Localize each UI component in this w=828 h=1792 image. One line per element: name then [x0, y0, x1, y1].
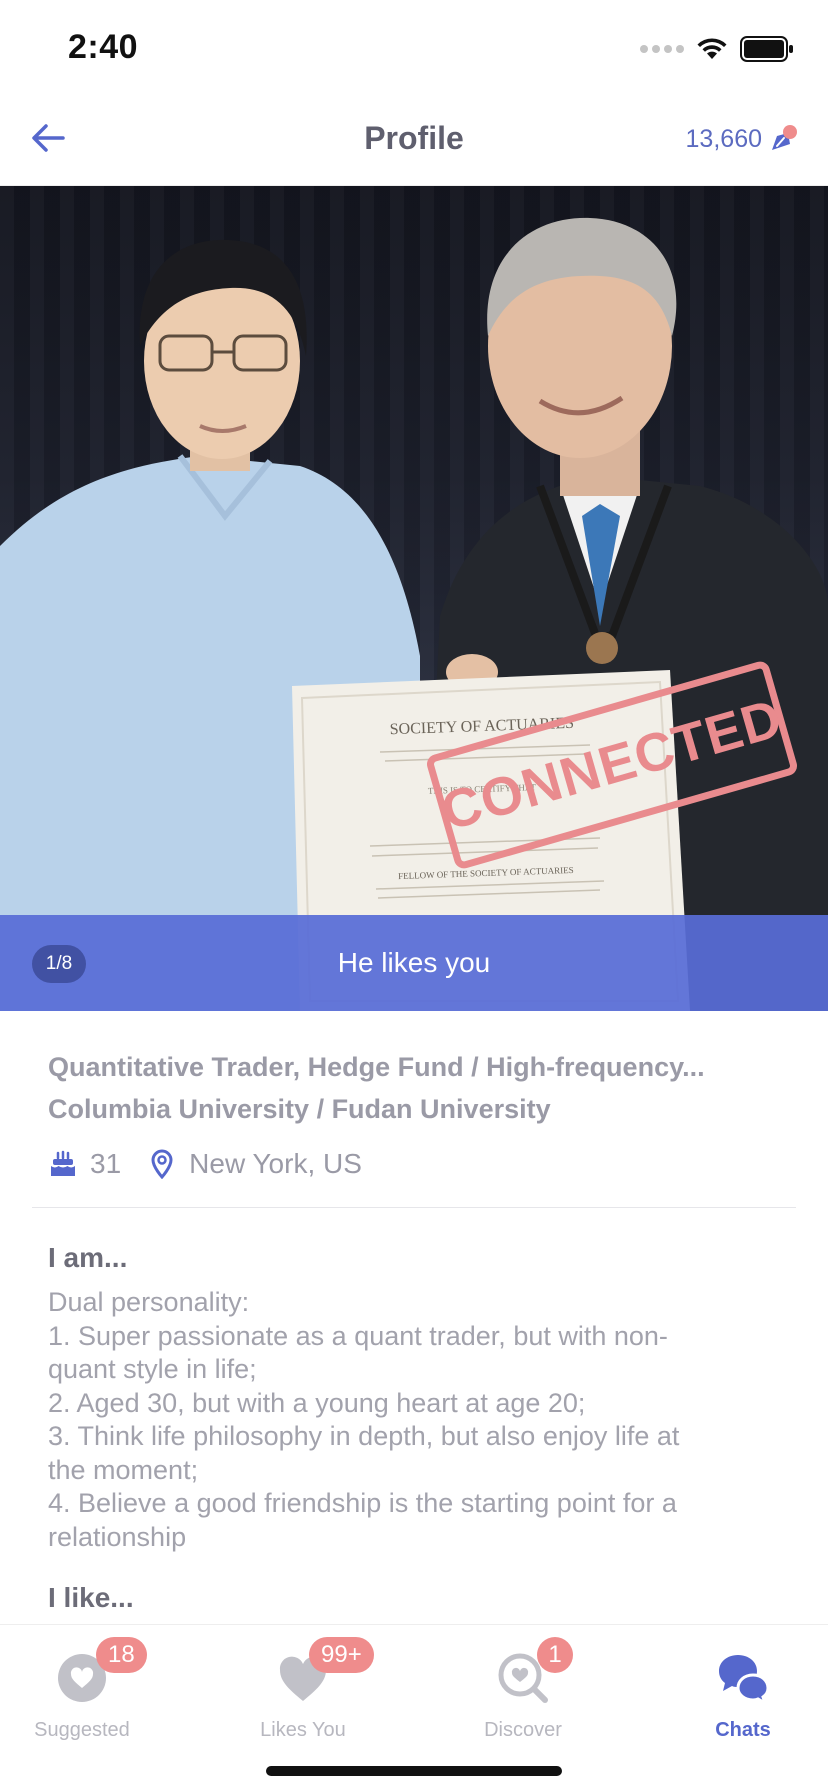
- status-bar: 2:40: [0, 0, 828, 100]
- photo-illustration: SOCIETY OF ACTUARIES THIS IS TO CERTIFY …: [0, 217, 828, 1011]
- about-line: the moment;: [48, 1454, 199, 1485]
- profile-details: Quantitative Trader, Hedge Fund / High-f…: [48, 1046, 788, 1184]
- cellular-signal-icon: [640, 45, 684, 53]
- wifi-icon: [697, 38, 727, 59]
- section-divider: [32, 1207, 796, 1208]
- tab-label: Suggested: [34, 1719, 130, 1741]
- about-text: Dual personality: 1. Super passionate as…: [48, 1286, 788, 1554]
- profile-photo[interactable]: SOCIETY OF ACTUARIES THIS IS TO CERTIFY …: [0, 186, 828, 1011]
- tab-label: Chats: [715, 1719, 771, 1741]
- like-banner: 1/8 He likes you: [0, 915, 828, 1011]
- tab-likes-you[interactable]: 99+ Likes You: [213, 1637, 393, 1747]
- banner-text: He likes you: [337, 947, 491, 978]
- discover-badge: 1: [537, 1637, 573, 1673]
- battery-icon: [740, 36, 793, 62]
- status-time: 2:40: [68, 28, 139, 66]
- coin-icon: [772, 125, 797, 150]
- location-pin-icon: [147, 1149, 177, 1179]
- about-line: 3. Think life philosophy in depth, but a…: [48, 1421, 680, 1451]
- status-icons: [640, 36, 794, 62]
- likes-heading: I like...: [48, 1582, 134, 1613]
- about-line: Dual personality:: [48, 1287, 250, 1317]
- about-line: 1. Super passionate as a quant trader, b…: [48, 1320, 668, 1351]
- meta-row: 31 New York, US: [48, 1144, 788, 1184]
- nav-bar: Profile 13,660: [0, 100, 828, 186]
- about-line: 2. Aged 30, but with a young heart at ag…: [48, 1387, 586, 1418]
- tab-label: Discover: [484, 1719, 562, 1741]
- tab-suggested[interactable]: 18 Suggested: [0, 1637, 172, 1747]
- coin-count: 13,660: [685, 124, 762, 153]
- about-heading: I am...: [48, 1242, 128, 1273]
- about-line: quant style in life;: [48, 1354, 257, 1384]
- home-indicator: [266, 1766, 562, 1776]
- coin-balance-button[interactable]: 13,660: [686, 124, 798, 154]
- tab-chats[interactable]: Chats: [653, 1637, 828, 1747]
- likes-you-badge: 99+: [309, 1637, 374, 1673]
- occupation: Quantitative Trader, Hedge Fund / High-f…: [48, 1052, 705, 1082]
- tab-discover[interactable]: 1 Discover: [433, 1637, 613, 1747]
- chat-bubbles-icon: [716, 1651, 770, 1707]
- tab-label: Likes You: [260, 1719, 346, 1741]
- location: New York, US: [189, 1148, 362, 1179]
- education: Columbia University / Fudan University: [48, 1094, 551, 1124]
- about-line: relationship: [48, 1521, 187, 1552]
- birthday-cake-icon: [48, 1149, 78, 1179]
- about-line: 4. Believe a good friendship is the star…: [48, 1488, 677, 1518]
- age: 31: [90, 1148, 122, 1179]
- suggested-badge: 18: [96, 1637, 147, 1673]
